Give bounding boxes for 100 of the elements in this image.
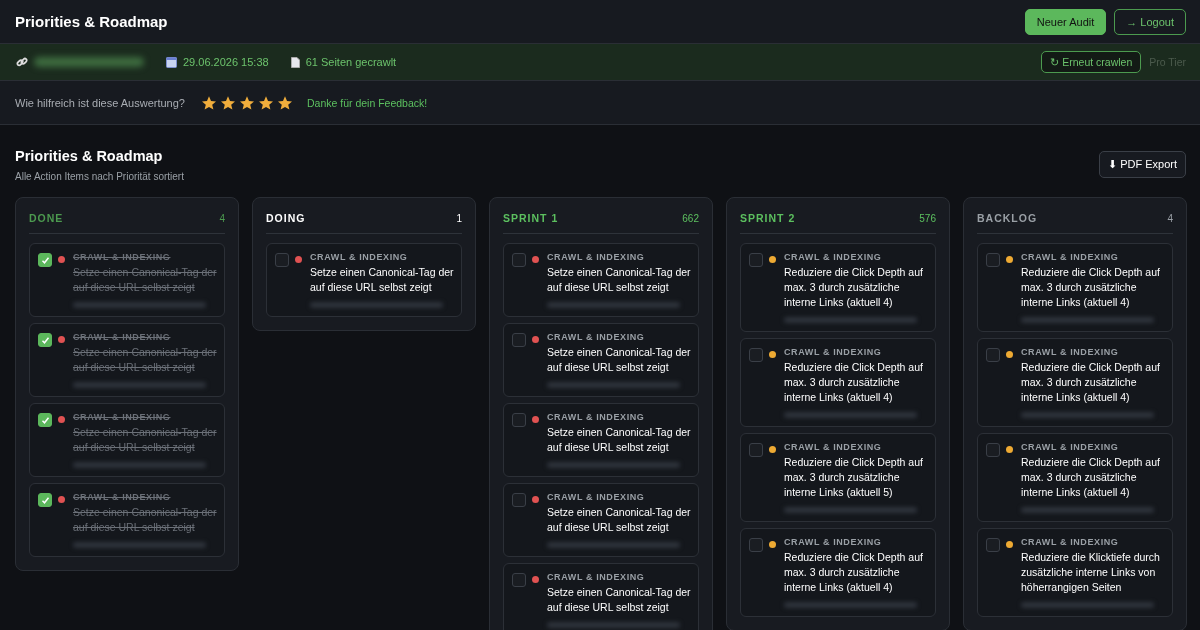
task-card[interactable]: CRAWL & INDEXING Reduziere die Click Depth auf max. 3 durch zusätzliche interne Links (aktuell 4) <box>977 433 1173 522</box>
task-category: CRAWL & INDEXING <box>784 252 883 262</box>
pdf-export-button[interactable]: ⬇ PDF Export <box>1099 151 1186 178</box>
task-title: Setze einen Canonical-Tag der auf diese URL selbst zeigt <box>73 425 218 455</box>
task-checkbox[interactable] <box>512 493 526 507</box>
task-card[interactable]: CRAWL & INDEXING Setze einen Canonical-Tag der auf diese URL selbst zeigt <box>29 403 225 477</box>
column-title: SPRINT 2 <box>740 212 796 224</box>
task-category: CRAWL & INDEXING <box>1021 537 1120 547</box>
task-card[interactable]: CRAWL & INDEXING Reduziere die Click Depth auf max. 3 durch zusätzliche interne Links (aktuell 4) <box>977 338 1173 427</box>
task-checkbox[interactable] <box>512 413 526 427</box>
task-title: Reduziere die Click Depth auf max. 3 durch zusätzliche interne Links (aktuell 4) <box>1021 360 1161 405</box>
task-card[interactable]: CRAWL & INDEXING Reduziere die Click Depth auf max. 3 durch zusätzliche interne Links (aktuell 5) <box>740 433 936 522</box>
task-checkbox[interactable] <box>986 443 1000 457</box>
check-icon <box>40 255 50 265</box>
task-checkbox[interactable] <box>38 253 52 267</box>
check-icon <box>40 495 50 505</box>
task-checkbox[interactable] <box>512 253 526 267</box>
task-category: CRAWL & INDEXING <box>547 252 646 262</box>
task-checkbox[interactable] <box>986 348 1000 362</box>
column-count: 4 <box>219 212 225 224</box>
task-category: CRAWL & INDEXING <box>73 252 172 262</box>
task-checkbox[interactable] <box>986 538 1000 552</box>
task-card[interactable]: CRAWL & INDEXING Reduziere die Click Depth auf max. 3 durch zusätzliche interne Links (aktuell 4) <box>740 338 936 427</box>
task-category: CRAWL & INDEXING <box>784 347 883 357</box>
pages-crawled: 61 Seiten gecrawlt <box>305 56 397 68</box>
task-category: CRAWL & INDEXING <box>784 537 883 547</box>
task-category: CRAWL & INDEXING <box>310 252 409 262</box>
star-rating[interactable] <box>200 94 293 111</box>
task-title: Setze einen Canonical-Tag der auf diese URL selbst zeigt <box>73 265 218 295</box>
column-count: 4 <box>1167 212 1173 224</box>
task-card[interactable]: CRAWL & INDEXING Setze einen Canonical-Tag der auf diese URL selbst zeigt <box>503 243 699 317</box>
task-title: Reduziere die Click Depth auf max. 3 durch zusätzliche interne Links (aktuell 4) <box>1021 455 1161 500</box>
task-title: Reduziere die Click Depth auf max. 3 durch zusätzliche interne Links (aktuell 4) <box>784 550 924 595</box>
task-title: Reduziere die Click Depth auf max. 3 durch zusätzliche interne Links (aktuell 4) <box>1021 265 1161 310</box>
task-checkbox[interactable] <box>512 333 526 347</box>
check-icon <box>40 415 50 425</box>
task-card[interactable]: CRAWL & INDEXING Reduziere die Click Depth auf max. 3 durch zusätzliche interne Links (aktuell 4) <box>740 243 936 332</box>
task-title: Setze einen Canonical-Tag der auf diese URL selbst zeigt <box>73 345 218 375</box>
column-title: DONE <box>29 212 64 224</box>
calendar-icon <box>166 56 177 68</box>
task-checkbox[interactable] <box>749 348 763 362</box>
task-checkbox[interactable] <box>986 253 1000 267</box>
app-title: Priorities & Roadmap <box>15 13 169 30</box>
task-checkbox[interactable] <box>38 413 52 427</box>
task-category: CRAWL & INDEXING <box>1021 252 1120 262</box>
column-title: BACKLOG <box>977 212 1038 224</box>
task-card[interactable]: CRAWL & INDEXING Reduziere die Click Depth auf max. 3 durch zusätzliche interne Links (aktuell 4) <box>740 528 936 617</box>
crawl-date: 29.06.2026 15:38 <box>183 56 269 68</box>
column-count: 662 <box>682 212 699 224</box>
column-title: DOING <box>266 212 306 224</box>
task-title: Reduziere die Click Depth auf max. 3 durch zusätzliche interne Links (aktuell 5) <box>784 455 924 500</box>
column-count: 576 <box>919 212 936 224</box>
logout-button[interactable]: → Logout <box>1114 8 1186 35</box>
task-title: Setze einen Canonical-Tag der auf diese URL selbst zeigt <box>547 425 692 455</box>
task-title: Reduziere die Click Depth auf max. 3 durch zusätzliche interne Links (aktuell 4) <box>784 265 924 310</box>
task-checkbox[interactable] <box>38 493 52 507</box>
task-checkbox[interactable] <box>38 333 52 347</box>
task-title: Reduziere die Klicktiefe durch zusätzliche interne Links von höherrangigen Seiten <box>1021 550 1161 595</box>
recrawl-button[interactable]: ↻ Erneut crawlen <box>1041 51 1142 73</box>
task-category: CRAWL & INDEXING <box>73 332 172 342</box>
task-category: CRAWL & INDEXING <box>1021 442 1120 452</box>
task-category: CRAWL & INDEXING <box>547 572 646 582</box>
task-title: Setze einen Canonical-Tag der auf diese URL selbst zeigt <box>547 265 692 295</box>
document-icon <box>290 56 300 68</box>
task-card[interactable]: CRAWL & INDEXING Setze einen Canonical-Tag der auf diese URL selbst zeigt <box>29 323 225 397</box>
task-title: Setze einen Canonical-Tag der auf diese URL selbst zeigt <box>547 345 692 375</box>
feedback-question: Wie hilfreich ist diese Auswertung? <box>15 96 185 109</box>
task-title: Reduziere die Click Depth auf max. 3 durch zusätzliche interne Links (aktuell 4) <box>784 360 924 405</box>
task-checkbox[interactable] <box>512 573 526 587</box>
task-card[interactable]: CRAWL & INDEXING Setze einen Canonical-Tag der auf diese URL selbst zeigt <box>503 323 699 397</box>
column-title: SPRINT 1 <box>503 212 559 224</box>
task-category: CRAWL & INDEXING <box>1021 347 1120 357</box>
feedback-thanks: Danke für dein Feedback! <box>306 96 428 109</box>
task-category: CRAWL & INDEXING <box>73 492 172 502</box>
task-card[interactable]: CRAWL & INDEXING Setze einen Canonical-Tag der auf diese URL selbst zeigt <box>503 563 699 630</box>
task-checkbox[interactable] <box>749 253 763 267</box>
task-card[interactable]: CRAWL & INDEXING Setze einen Canonical-Tag der auf diese URL selbst zeigt <box>29 243 225 317</box>
column-count: 1 <box>456 212 462 224</box>
link-icon <box>16 56 28 68</box>
new-audit-button[interactable]: Neuer Audit <box>1024 8 1107 35</box>
check-icon <box>40 335 50 345</box>
task-category: CRAWL & INDEXING <box>784 442 883 452</box>
task-checkbox[interactable] <box>275 253 289 267</box>
task-card[interactable]: CRAWL & INDEXING Setze einen Canonical-Tag der auf diese URL selbst zeigt <box>266 243 462 317</box>
task-title: Setze einen Canonical-Tag der auf diese URL selbst zeigt <box>547 585 692 615</box>
section-subtitle: Alle Action Items nach Priorität sortiert <box>15 171 185 182</box>
task-checkbox[interactable] <box>749 538 763 552</box>
task-category: CRAWL & INDEXING <box>547 492 646 502</box>
task-card[interactable]: CRAWL & INDEXING Setze einen Canonical-Tag der auf diese URL selbst zeigt <box>503 483 699 557</box>
task-title: Setze einen Canonical-Tag der auf diese URL selbst zeigt <box>310 265 455 295</box>
task-checkbox[interactable] <box>749 443 763 457</box>
task-card[interactable]: CRAWL & INDEXING Setze einen Canonical-Tag der auf diese URL selbst zeigt <box>503 403 699 477</box>
task-card[interactable]: CRAWL & INDEXING Reduziere die Klicktiefe durch zusätzliche interne Links von höherrangigen Seiten <box>977 528 1173 617</box>
section-title: Priorities & Roadmap <box>15 148 164 164</box>
task-card[interactable]: CRAWL & INDEXING Setze einen Canonical-Tag der auf diese URL selbst zeigt <box>29 483 225 557</box>
task-category: CRAWL & INDEXING <box>547 412 646 422</box>
task-card[interactable]: CRAWL & INDEXING Reduziere die Click Depth auf max. 3 durch zusätzliche interne Links (aktuell 4) <box>977 243 1173 332</box>
task-category: CRAWL & INDEXING <box>73 412 172 422</box>
task-category: CRAWL & INDEXING <box>547 332 646 342</box>
task-title: Setze einen Canonical-Tag der auf diese URL selbst zeigt <box>73 505 218 535</box>
